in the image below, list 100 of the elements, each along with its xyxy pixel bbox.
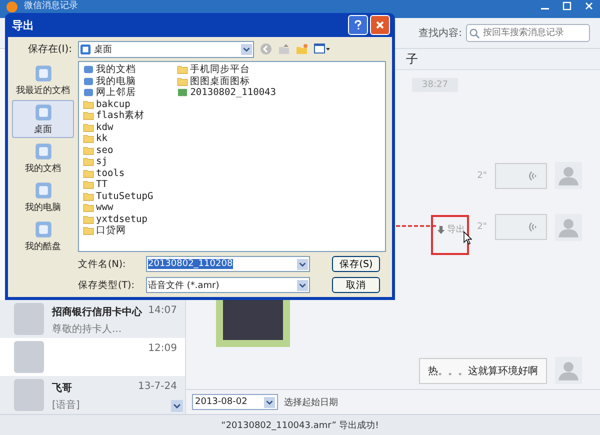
file-item[interactable]: flash素材 [83, 110, 154, 122]
file-type-dropdown[interactable]: 语音文件 (*.amr) [146, 277, 310, 293]
contact-item[interactable]: 12:09 [0, 338, 185, 376]
contact-name: 招商银行信用卡中心 [52, 305, 142, 319]
place-icon [32, 102, 54, 123]
file-type-label: 保存类型(T): [78, 278, 136, 292]
date-field[interactable]: 2013-08-02 [192, 394, 278, 410]
file-item[interactable]: 网上邻居 [83, 87, 154, 98]
contact-time: 12:09 [148, 343, 177, 354]
close-button[interactable] [370, 15, 390, 35]
file-item[interactable]: tools [83, 168, 154, 179]
folder-icon [83, 100, 94, 109]
file-item[interactable]: seo [83, 144, 154, 156]
file-item[interactable]: 我的电脑 [83, 76, 154, 87]
contact-name: 飞哥 [52, 382, 72, 395]
place-item[interactable]: 桌面 [12, 100, 74, 138]
search-field[interactable]: 按回车搜索消息记录 [466, 24, 590, 42]
folder-icon [177, 65, 188, 74]
save-in-label: 保存在(I): [26, 43, 72, 56]
status-bar: “20130802_110043.amr” 导出成功! [0, 414, 600, 435]
folder-icon [83, 168, 94, 178]
chat-title: 子 [406, 50, 418, 68]
user-avatar-icon [555, 162, 582, 189]
place-icon [32, 180, 54, 201]
place-item[interactable]: 我的酷盘 [12, 217, 74, 255]
dropdown-icon [297, 280, 308, 290]
file-item[interactable]: www [83, 202, 154, 214]
file-item[interactable]: 20130802_110043 [177, 87, 276, 98]
file-item[interactable]: TutuSetupG [83, 190, 154, 202]
file-item[interactable]: kk [83, 133, 154, 144]
search-label: 查找内容: [418, 26, 462, 40]
place-icon [32, 219, 54, 240]
avatar-placeholder [14, 303, 44, 335]
avatar-placeholder [14, 379, 44, 411]
dropdown-icon [241, 44, 252, 54]
folder-icon [83, 134, 94, 144]
voice-duration: 2" [477, 222, 487, 232]
avatar-placeholder [14, 341, 44, 373]
file-item[interactable]: sj [83, 156, 154, 168]
system-folder-icon [83, 88, 94, 98]
contact-time: 14:07 [148, 305, 177, 318]
dropdown-icon [297, 258, 308, 270]
contact-item[interactable]: 飞哥 13-7-24 [语音] [0, 376, 185, 414]
file-item[interactable]: bakcup [83, 98, 154, 110]
system-folder-icon [83, 65, 94, 74]
scroll-down-icon[interactable] [171, 400, 183, 412]
folder-icon [83, 146, 94, 155]
sound-wave-icon [526, 170, 538, 182]
help-button[interactable] [348, 15, 368, 35]
audio-file-icon [177, 88, 188, 98]
folder-icon [83, 203, 94, 212]
folder-icon [83, 157, 94, 166]
folder-icon [83, 111, 94, 120]
search-icon [469, 28, 480, 39]
message-timestamp: 38:27 [412, 78, 458, 92]
file-item[interactable]: TT [83, 179, 154, 190]
folder-icon [83, 226, 94, 236]
dropdown-icon [264, 396, 275, 408]
help-icon [353, 20, 363, 30]
date-label: 选择起始日期 [284, 396, 338, 408]
folder-icon [83, 122, 94, 132]
desktop-icon [80, 44, 91, 54]
system-folder-icon [83, 76, 94, 86]
window-title: 微信消息记录 [24, 1, 78, 12]
message-preview: 尊敬的持卡人... [52, 322, 123, 336]
place-item[interactable]: 我的电脑 [12, 178, 74, 216]
file-item[interactable]: yxtdsetup [83, 214, 154, 225]
contact-time: 13-7-24 [138, 381, 177, 394]
sound-wave-icon [526, 221, 538, 233]
folder-icon [83, 214, 94, 224]
place-item[interactable]: 我最近的文档 [12, 61, 74, 99]
file-item[interactable]: 口贷网 [83, 225, 154, 236]
file-item[interactable]: kdw [83, 122, 154, 133]
contact-item[interactable]: 招商银行信用卡中心 14:07 尊敬的持卡人... [0, 300, 185, 338]
save-button[interactable]: 保存(S) [332, 256, 380, 272]
filename-field[interactable]: 20130802_110208 [146, 256, 310, 272]
user-avatar-icon [555, 214, 582, 240]
file-item[interactable]: 手机同步平台 [177, 64, 276, 76]
message-preview: [语音] [52, 398, 81, 412]
download-icon [437, 226, 446, 234]
message-bubble: 热。。。这就算环境好啊 [419, 358, 547, 384]
folder-icon [83, 192, 94, 201]
save-in-dropdown[interactable]: 桌面 [78, 40, 254, 58]
folder-icon [83, 180, 94, 190]
cancel-button[interactable]: 取消 [332, 277, 380, 293]
file-item[interactable]: 图图桌面图标 [177, 76, 276, 87]
maximize-icon[interactable] [562, 1, 572, 11]
user-avatar-icon [555, 357, 582, 384]
file-item[interactable]: 我的文档 [83, 64, 154, 76]
close-icon[interactable] [584, 1, 594, 11]
view-menu-icon[interactable] [314, 43, 330, 55]
filename-label: 文件名(N): [78, 258, 127, 270]
cursor-icon [463, 231, 472, 245]
close-icon [375, 20, 385, 30]
folder-icon [177, 76, 188, 86]
place-icon [32, 63, 54, 84]
place-item[interactable]: 我的文档 [12, 139, 74, 177]
dialog-title: 导出 [12, 18, 34, 32]
place-icon [32, 141, 54, 162]
voice-duration: 2" [477, 170, 487, 180]
